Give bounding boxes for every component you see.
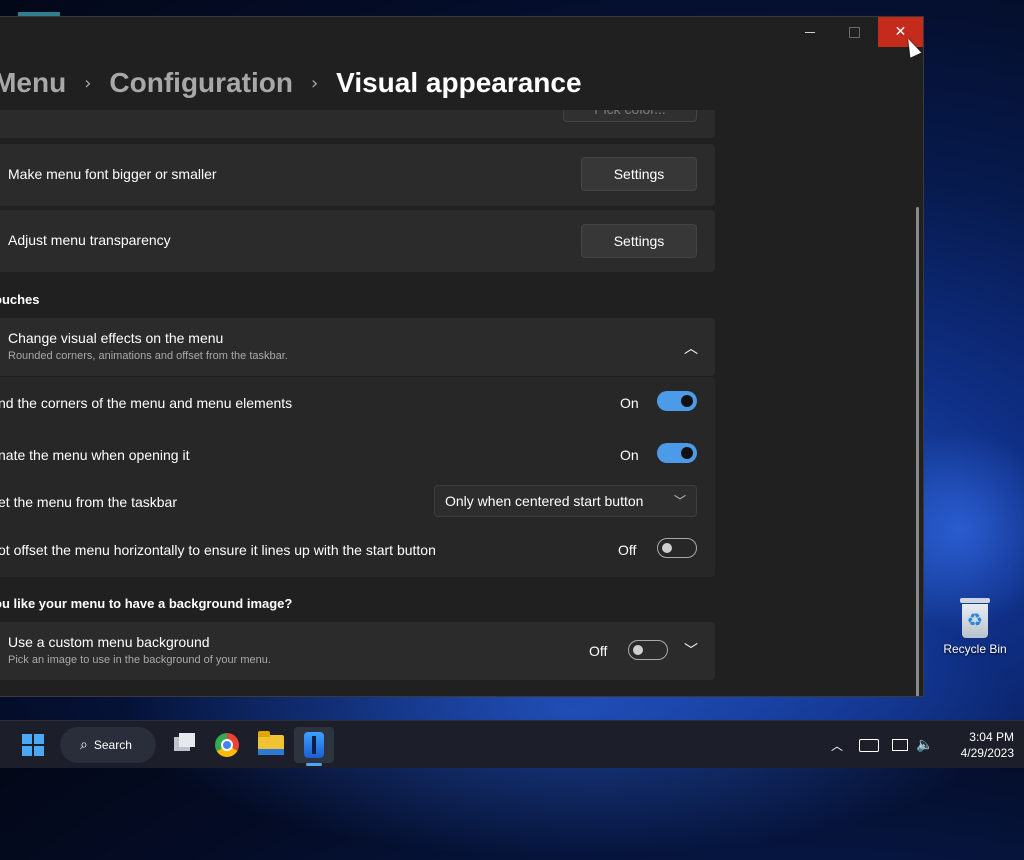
custom-background-card[interactable]: Use a custom menu background Pick an ima… bbox=[0, 622, 715, 680]
clock[interactable]: 3:04 PM 4/29/2023 bbox=[944, 729, 1014, 761]
transparency-title: Adjust menu transparency bbox=[8, 232, 171, 248]
task-view-button[interactable] bbox=[170, 727, 198, 763]
custom-background-toggle[interactable] bbox=[628, 640, 668, 660]
offset-dropdown-value: Only when centered start button bbox=[445, 493, 644, 509]
recycle-bin[interactable]: ♻ Recycle Bin bbox=[940, 594, 1010, 656]
chevron-up-icon: ︿ bbox=[830, 738, 843, 753]
animate-state: On bbox=[620, 447, 639, 463]
breadcrumb-configuration[interactable]: Configuration bbox=[109, 67, 293, 99]
page-title: Visual appearance bbox=[336, 67, 582, 98]
keyboard-button[interactable] bbox=[858, 727, 880, 763]
no-horizontal-offset-toggle[interactable] bbox=[657, 538, 697, 558]
chevron-up-icon[interactable]: ︿ bbox=[684, 338, 698, 358]
close-icon: ✕ bbox=[894, 24, 907, 40]
file-explorer-taskbar-button[interactable] bbox=[256, 727, 286, 763]
section-heading-background: ou like your menu to have a background i… bbox=[0, 596, 293, 611]
no-horizontal-offset-label: ot offset the menu horizontally to ensur… bbox=[0, 542, 436, 558]
transparency-card: Adjust menu transparency Settings bbox=[0, 210, 715, 272]
minimize-button[interactable] bbox=[787, 17, 832, 47]
network-icon bbox=[892, 739, 908, 751]
recycle-bin-icon: ♻ bbox=[958, 598, 992, 638]
settings-window: ✕ t Menu › Configuration › Visual appear… bbox=[0, 16, 924, 697]
animate-toggle[interactable] bbox=[657, 443, 697, 463]
visual-effects-body: nd the corners of the menu and menu elem… bbox=[0, 377, 715, 577]
round-corners-label: nd the corners of the menu and menu elem… bbox=[0, 395, 293, 411]
startallback-icon bbox=[304, 732, 324, 758]
keyboard-icon bbox=[859, 738, 879, 752]
section-heading-touches: ouches bbox=[0, 292, 40, 307]
taskbar-search[interactable]: ⌕ Search bbox=[60, 727, 156, 763]
vertical-scrollbar[interactable] bbox=[916, 207, 919, 696]
visual-effects-expander[interactable]: Change visual effects on the menu Rounde… bbox=[0, 318, 715, 376]
custom-background-state: Off bbox=[589, 643, 608, 659]
pick-color-button[interactable]: Pick color... bbox=[563, 110, 697, 122]
chevron-down-icon[interactable]: ﹀ bbox=[684, 640, 698, 660]
breadcrumb-start-menu[interactable]: t Menu bbox=[0, 67, 66, 99]
network-button[interactable] bbox=[890, 727, 910, 763]
round-corners-state: On bbox=[620, 395, 639, 411]
visual-effects-title: Change visual effects on the menu bbox=[8, 330, 224, 346]
clock-time: 3:04 PM bbox=[969, 730, 1014, 744]
offset-label: et the menu from the taskbar bbox=[0, 494, 177, 510]
settings-content: Pick color... Make menu font bigger or s… bbox=[0, 110, 715, 696]
font-size-settings-button[interactable]: Settings bbox=[581, 157, 697, 191]
chevron-down-icon: ﹀ bbox=[673, 494, 686, 508]
active-app-indicator bbox=[306, 763, 322, 766]
startallback-taskbar-button[interactable] bbox=[294, 727, 334, 763]
transparency-settings-button[interactable]: Settings bbox=[581, 224, 697, 258]
windows-start-icon bbox=[22, 734, 44, 756]
font-size-card: Make menu font bigger or smaller Setting… bbox=[0, 144, 715, 206]
clock-date: 4/29/2023 bbox=[960, 746, 1014, 760]
no-horizontal-offset-state: Off bbox=[618, 542, 637, 558]
breadcrumb: t Menu › Configuration › Visual appearan… bbox=[0, 61, 582, 105]
taskbar-search-label: Search bbox=[93, 738, 132, 752]
offset-dropdown[interactable]: Only when centered start button ﹀ bbox=[434, 485, 697, 517]
recycle-bin-label: Recycle Bin bbox=[943, 642, 1007, 656]
color-card: Pick color... bbox=[0, 110, 715, 138]
maximize-button[interactable] bbox=[832, 17, 877, 47]
taskbar: ⌕ Search ︿ 🔈 3:04 PM 4/29/2023 bbox=[0, 720, 1024, 768]
file-explorer-icon bbox=[258, 731, 284, 755]
show-hidden-icons-button[interactable]: ︿ bbox=[828, 727, 846, 763]
visual-effects-subtitle: Rounded corners, animations and offset f… bbox=[8, 350, 288, 362]
chrome-taskbar-button[interactable] bbox=[213, 727, 241, 763]
volume-button[interactable]: 🔈 bbox=[914, 727, 936, 763]
custom-background-subtitle: Pick an image to use in the background o… bbox=[8, 654, 271, 666]
start-button[interactable] bbox=[16, 727, 50, 763]
search-icon: ⌕ bbox=[80, 737, 88, 753]
font-size-title: Make menu font bigger or smaller bbox=[8, 166, 217, 182]
round-corners-toggle[interactable] bbox=[657, 391, 697, 411]
custom-background-title: Use a custom menu background bbox=[8, 634, 210, 650]
minimize-icon bbox=[804, 31, 815, 33]
animate-label: nate the menu when opening it bbox=[0, 447, 190, 463]
breadcrumb-separator-icon: › bbox=[310, 72, 319, 94]
breadcrumb-separator-icon: › bbox=[84, 72, 92, 94]
chrome-icon bbox=[215, 733, 239, 757]
volume-icon: 🔈 bbox=[916, 737, 934, 753]
maximize-icon bbox=[849, 26, 860, 38]
